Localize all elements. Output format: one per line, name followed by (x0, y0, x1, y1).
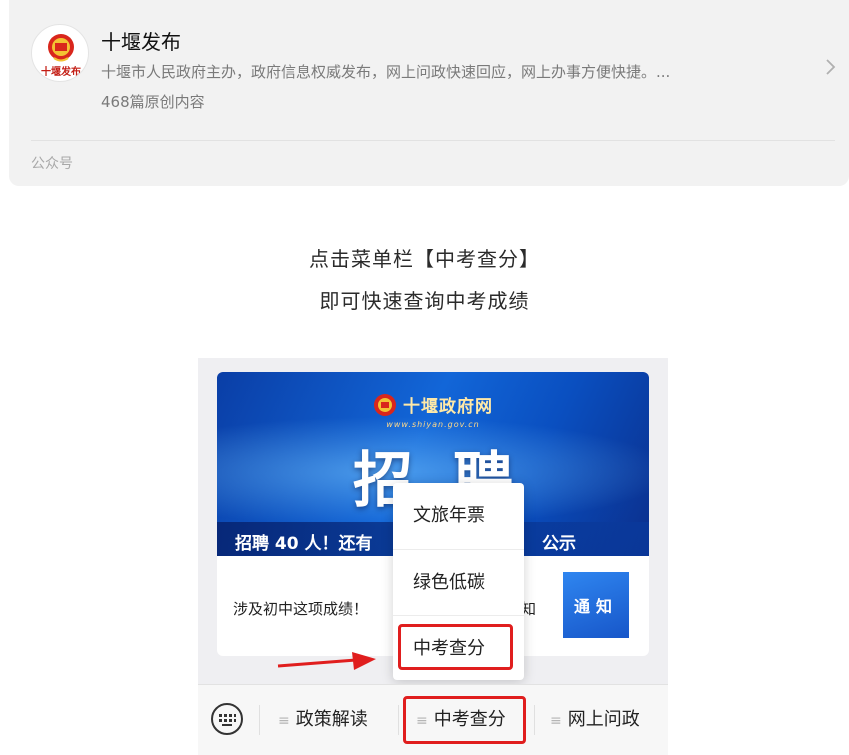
avatar-label: 十堰发布 (41, 67, 81, 78)
account-card[interactable]: 十堰发布 十堰发布 十堰市人民政府主办，政府信息权威发布，网上问政快速回应，网上… (9, 0, 849, 186)
menu-item-wangshang[interactable]: ≡ 网上问政 (550, 707, 640, 733)
menu-separator (398, 705, 399, 735)
news-thumbnail: 通知 (563, 572, 629, 638)
menu-lines-icon: ≡ (278, 713, 290, 729)
red-arrow-icon (277, 652, 376, 670)
card-divider (31, 140, 835, 141)
chevron-right-icon[interactable] (825, 56, 837, 78)
account-name[interactable]: 十堰发布 (101, 26, 181, 55)
menu-screenshot: 十堰政府网 www.shiyan.gov.cn 招聘 招聘 40 人！还有 公示… (198, 358, 668, 755)
banner-site-url: www.shiyan.gov.cn (386, 420, 480, 429)
menu-separator (259, 705, 260, 735)
menu-item-label: 网上问政 (567, 709, 640, 730)
menu-item-zhengce[interactable]: ≡ 政策解读 (278, 707, 368, 733)
banner-site-name: 十堰政府网 (403, 397, 493, 417)
account-type-label: 公众号 (31, 156, 73, 172)
banner-header: 十堰政府网 (217, 392, 649, 417)
menu-item-label: 政策解读 (295, 709, 368, 730)
banner-caption-right: 公示 (542, 534, 576, 554)
banner-caption-left: 招聘 40 人！还有 (235, 534, 373, 554)
news-title: 涉及初中这项成绩！ (233, 600, 369, 618)
caption-line-2: 即可快速查询中考成绩 (319, 289, 530, 313)
submenu-item-lvse[interactable]: 绿色低碳 (393, 549, 524, 615)
account-description: 十堰市人民政府主办，政府信息权威发布，网上问政快速回应，网上办事方便快捷。... (101, 63, 671, 81)
submenu-popup: 文旅年票 绿色低碳 中考查分 (393, 483, 524, 680)
menu-lines-icon: ≡ (550, 713, 562, 729)
submenu-item-wenlv[interactable]: 文旅年票 (393, 483, 524, 549)
highlight-box (403, 696, 526, 744)
keyboard-icon[interactable] (208, 700, 246, 738)
highlight-box (398, 624, 513, 670)
article-count: 468篇原创内容 (101, 93, 205, 111)
emblem-icon (374, 393, 396, 416)
menu-separator (534, 705, 535, 735)
caption-line-1: 点击菜单栏【中考查分】 (309, 247, 540, 271)
bottom-menu-bar: ≡ 政策解读 ≡ 中考查分 ≡ 网上问政 (198, 684, 668, 755)
account-avatar[interactable]: 十堰发布 (31, 24, 89, 82)
